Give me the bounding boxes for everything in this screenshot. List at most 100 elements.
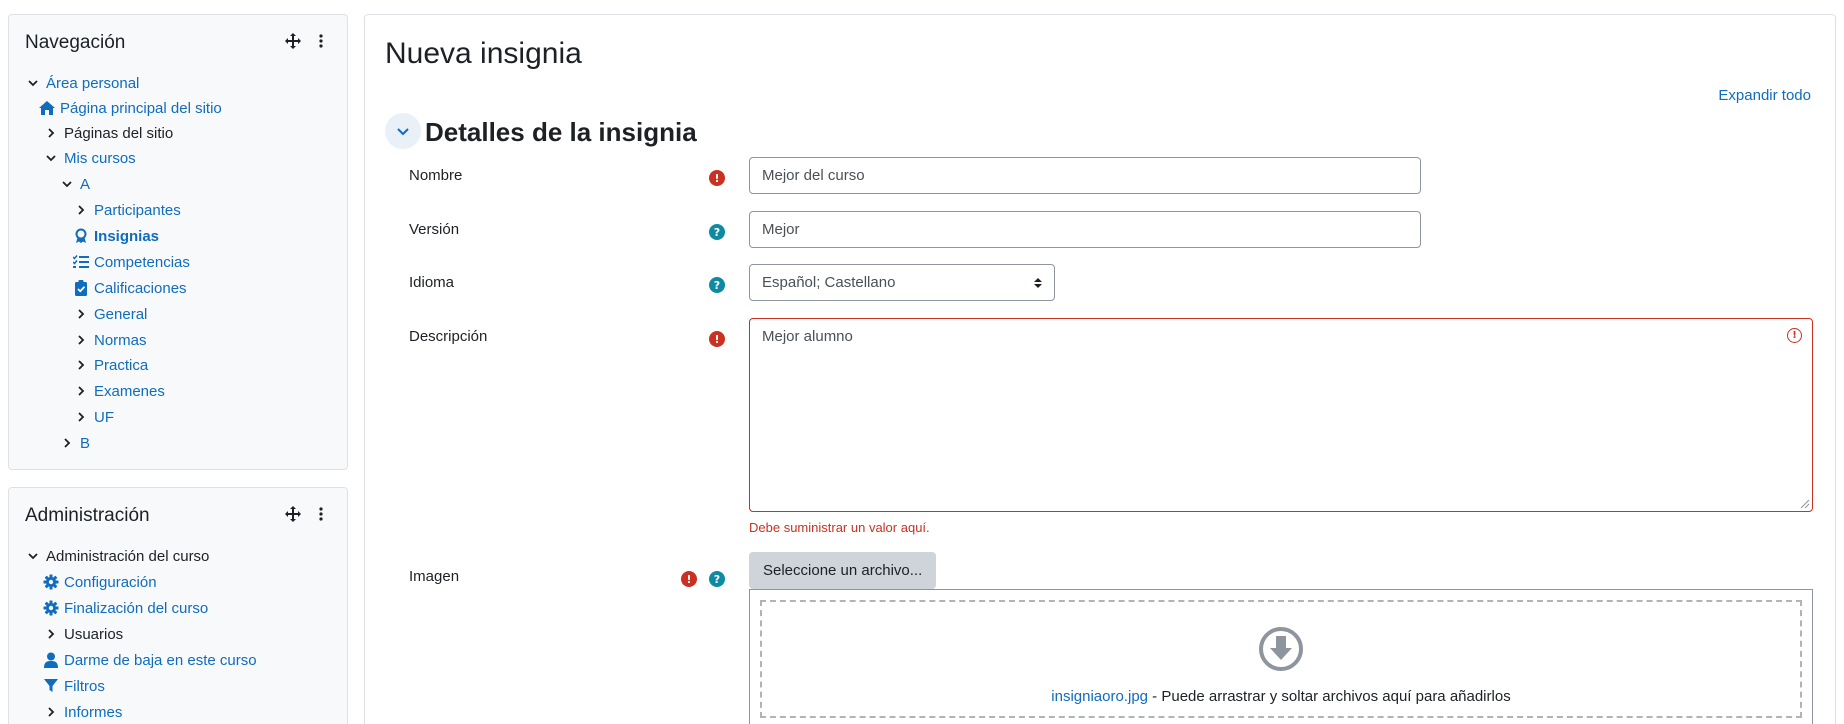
nav-item-label: B xyxy=(80,434,91,452)
admin-item-label: Configuración xyxy=(64,573,157,591)
chevron-down-icon xyxy=(25,75,41,91)
nav-item-my-courses[interactable]: Mis cursos xyxy=(43,147,136,169)
select-arrows-icon xyxy=(1034,277,1042,288)
admin-item-reports[interactable]: Informes xyxy=(43,701,122,723)
section-title: Detalles de la insignia xyxy=(425,117,697,147)
required-icon: ! xyxy=(709,331,725,347)
admin-item-label: Administración del curso xyxy=(46,547,210,565)
chevron-right-icon xyxy=(73,357,89,373)
admin-item-course-completion[interactable]: Finalización del curso xyxy=(43,597,208,619)
nav-item-competencies[interactable]: Competencias xyxy=(73,251,190,273)
nav-item-label: Calificaciones xyxy=(94,279,187,297)
chevron-right-icon xyxy=(73,306,89,322)
move-icon[interactable] xyxy=(285,33,301,49)
drop-zone-text: insigniaoro.jpg - Puede arrastrar y solt… xyxy=(762,688,1800,705)
chevron-right-icon xyxy=(43,704,59,720)
help-icon[interactable]: ? xyxy=(709,224,725,240)
nav-item-label: A xyxy=(80,175,91,193)
nav-item-badges[interactable]: Insignias xyxy=(73,225,159,247)
administration-block: Administración Administración del curso … xyxy=(8,487,348,724)
nav-item-label: Área personal xyxy=(46,74,140,92)
navigation-block-title: Navegación xyxy=(25,32,126,53)
filter-icon xyxy=(43,678,59,694)
nav-item-course-b[interactable]: B xyxy=(59,432,90,454)
language-select[interactable]: Español; Castellano xyxy=(749,264,1055,301)
administration-block-controls xyxy=(285,506,329,522)
nav-item-label: Páginas del sitio xyxy=(64,124,174,142)
nav-item-examenes[interactable]: Examenes xyxy=(73,380,165,402)
nav-item-area-personal[interactable]: Área personal xyxy=(25,72,139,94)
description-error-message: Debe suministrar un valor aquí. xyxy=(749,520,930,535)
nav-item-label: UF xyxy=(94,408,114,426)
chevron-right-icon xyxy=(59,435,75,451)
nav-item-label: Página principal del sitio xyxy=(60,99,222,117)
file-link[interactable]: insigniaoro.jpg xyxy=(1051,688,1148,705)
description-textarea[interactable]: Mejor alumno ! xyxy=(749,318,1813,512)
expand-all-link[interactable]: Expandir todo xyxy=(1718,87,1811,104)
language-select-value: Español; Castellano xyxy=(762,274,896,291)
help-icon[interactable]: ? xyxy=(709,571,725,587)
file-picker-area: insigniaoro.jpg - Puede arrastrar y solt… xyxy=(749,589,1813,724)
user-icon xyxy=(43,652,59,668)
actions-menu-icon[interactable] xyxy=(313,33,329,49)
chevron-down-icon xyxy=(43,150,59,166)
nav-item-participants[interactable]: Participantes xyxy=(73,199,181,221)
checklist-icon xyxy=(73,254,89,270)
language-label: Idioma xyxy=(409,274,455,291)
drop-hint: - Puede arrastrar y soltar archivos aquí… xyxy=(1148,688,1511,705)
required-icon: ! xyxy=(709,170,725,186)
chevron-right-icon xyxy=(73,409,89,425)
description-value: Mejor alumno xyxy=(762,328,853,345)
nav-item-course-a[interactable]: A xyxy=(59,173,90,195)
admin-item-course-administration[interactable]: Administración del curso xyxy=(25,545,209,567)
resize-handle-icon[interactable] xyxy=(1800,499,1810,509)
nav-item-general[interactable]: General xyxy=(73,303,147,325)
admin-item-label: Filtros xyxy=(64,677,105,695)
nav-item-site-pages[interactable]: Páginas del sitio xyxy=(43,122,173,144)
nav-item-practica[interactable]: Practica xyxy=(73,354,148,376)
name-label: Nombre xyxy=(409,167,463,184)
version-input[interactable] xyxy=(749,211,1421,248)
chevron-right-icon xyxy=(73,202,89,218)
name-input[interactable] xyxy=(749,157,1421,194)
nav-item-label: Competencias xyxy=(94,253,190,271)
required-icon: ! xyxy=(681,571,697,587)
move-icon[interactable] xyxy=(285,506,301,522)
clipboard-check-icon xyxy=(73,280,89,296)
chevron-right-icon xyxy=(73,383,89,399)
nav-item-grades[interactable]: Calificaciones xyxy=(73,277,187,299)
nav-item-label: Participantes xyxy=(94,201,181,219)
chevron-down-icon xyxy=(59,176,75,192)
image-label: Imagen xyxy=(409,568,460,585)
drop-zone[interactable]: insigniaoro.jpg - Puede arrastrar y solt… xyxy=(760,600,1802,718)
nav-item-normas[interactable]: Normas xyxy=(73,329,147,351)
gear-icon xyxy=(43,600,59,616)
admin-item-label: Darme de baja en este curso xyxy=(64,651,257,669)
admin-item-unenrol[interactable]: Darme de baja en este curso xyxy=(43,649,257,671)
navigation-block: Navegación Área personal Página principa… xyxy=(8,14,348,470)
choose-file-button[interactable]: Seleccione un archivo... xyxy=(749,552,937,589)
admin-item-users[interactable]: Usuarios xyxy=(43,623,123,645)
download-arrow-icon xyxy=(1259,627,1303,671)
section-collapse-toggle[interactable] xyxy=(385,113,421,149)
help-icon[interactable]: ? xyxy=(709,277,725,293)
nav-item-uf[interactable]: UF xyxy=(73,406,114,428)
chevron-down-icon xyxy=(25,548,41,564)
badge-icon xyxy=(73,228,89,244)
admin-item-settings[interactable]: Configuración xyxy=(43,571,157,593)
version-label: Versión xyxy=(409,221,460,238)
chevron-down-icon xyxy=(397,128,409,136)
nav-item-site-home[interactable]: Página principal del sitio xyxy=(39,97,222,119)
nav-item-label: Insignias xyxy=(94,227,160,245)
chevron-right-icon xyxy=(43,125,59,141)
description-label: Descripción xyxy=(409,328,488,345)
admin-item-label: Finalización del curso xyxy=(64,599,209,617)
nav-item-label: General xyxy=(94,305,148,323)
nav-item-label: Practica xyxy=(94,356,149,374)
gear-icon xyxy=(43,574,59,590)
page-title: Nueva insignia xyxy=(385,37,582,70)
actions-menu-icon[interactable] xyxy=(313,506,329,522)
main-content: Nueva insignia Expandir todo Detalles de… xyxy=(364,14,1836,724)
admin-item-filters[interactable]: Filtros xyxy=(43,675,105,697)
admin-item-label: Informes xyxy=(64,703,123,721)
